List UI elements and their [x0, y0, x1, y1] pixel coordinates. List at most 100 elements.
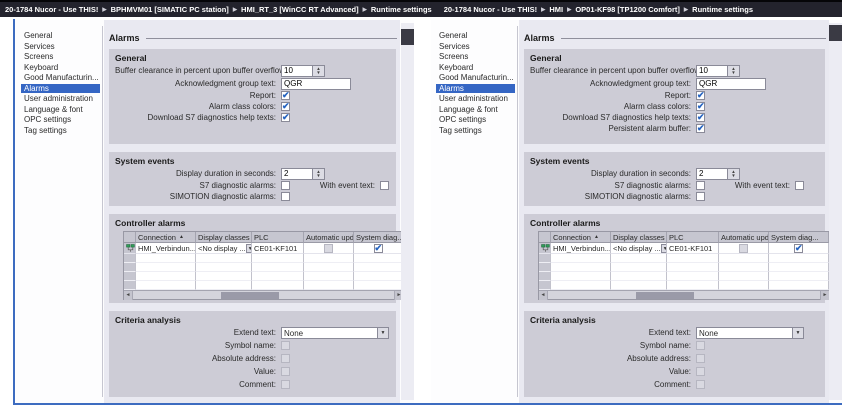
s7-diagnostic-checkbox[interactable] — [281, 181, 290, 190]
scrollbar-thumb[interactable] — [636, 292, 694, 299]
buffer-clearance-input[interactable] — [696, 65, 728, 77]
spin-down-icon[interactable] — [316, 174, 320, 178]
connection-cell[interactable]: HMI_Verbindun... — [136, 243, 196, 254]
buffer-clearance-input[interactable] — [281, 65, 313, 77]
table-row[interactable]: HMI_Verbindun... <No display ... CE01-KF… — [124, 243, 403, 254]
sidebar-item-user-administration[interactable]: User administration — [436, 94, 515, 103]
sidebar-item-language-font[interactable]: Language & font — [21, 105, 100, 114]
table-row-empty[interactable] — [124, 254, 403, 263]
breadcrumb-item[interactable]: BPHMVM01 [SIMATIC PC station] — [111, 5, 229, 14]
table-row-empty[interactable] — [539, 263, 829, 272]
sidebar-item-general[interactable]: General — [21, 31, 100, 40]
scrollbar-thumb[interactable] — [401, 29, 414, 45]
simotion-diagnostic-checkbox[interactable] — [696, 192, 705, 201]
with-event-text-checkbox[interactable] — [380, 181, 389, 190]
breadcrumb-item[interactable]: Runtime settings — [692, 5, 753, 14]
table-row[interactable]: HMI_Verbindun... <No display ... CE01-KF… — [539, 243, 829, 254]
sidebar-item-opc-settings[interactable]: OPC settings — [436, 115, 515, 124]
extend-text-select[interactable]: None — [696, 327, 804, 339]
sidebar-item-alarms[interactable]: Alarms — [436, 84, 515, 93]
download-s7-help-checkbox[interactable] — [281, 113, 290, 122]
spinner-buttons[interactable] — [313, 168, 325, 180]
column-header-connection[interactable]: Connection — [136, 232, 196, 243]
display-classes-cell[interactable]: <No display ... — [196, 243, 252, 254]
sidebar-item-good-manufacturing[interactable]: Good Manufacturin... — [21, 73, 100, 82]
sidebar-item-tag-settings[interactable]: Tag settings — [21, 126, 100, 135]
plc-cell[interactable]: CE01-KF101 — [252, 243, 304, 254]
column-header-plc[interactable]: PLC — [667, 232, 719, 243]
column-header-plc[interactable]: PLC — [252, 232, 304, 243]
column-header-automatic-update[interactable]: Automatic upd... — [719, 232, 769, 243]
sidebar-item-alarms[interactable]: Alarms — [21, 84, 100, 93]
table-row-empty[interactable] — [539, 281, 829, 290]
ack-group-input[interactable] — [696, 78, 766, 90]
sidebar-item-opc-settings[interactable]: OPC settings — [21, 115, 100, 124]
sidebar-item-keyboard[interactable]: Keyboard — [21, 63, 100, 72]
with-event-text-checkbox[interactable] — [795, 181, 804, 190]
alarm-class-colors-checkbox[interactable] — [696, 102, 705, 111]
vertical-scrollbar[interactable] — [401, 23, 414, 400]
breadcrumb-item[interactable]: 20-1784 Nucor - Use THIS! — [5, 5, 98, 14]
scroll-left-icon[interactable] — [124, 291, 133, 300]
horizontal-scrollbar[interactable] — [539, 290, 829, 299]
row-selector-header[interactable] — [539, 232, 551, 243]
connection-cell[interactable]: HMI_Verbindun... — [551, 243, 611, 254]
spinner-buttons[interactable] — [728, 65, 740, 77]
spinner-buttons[interactable] — [728, 168, 740, 180]
sidebar-item-general[interactable]: General — [436, 31, 515, 40]
spinner-buttons[interactable] — [313, 65, 325, 77]
horizontal-scrollbar[interactable] — [124, 290, 403, 299]
sidebar-item-screens[interactable]: Screens — [21, 52, 100, 61]
system-diag-checkbox[interactable] — [794, 244, 803, 253]
scroll-left-icon[interactable] — [539, 291, 548, 300]
display-duration-input[interactable] — [696, 168, 728, 180]
table-row-empty[interactable] — [539, 272, 829, 281]
sidebar-item-language-font[interactable]: Language & font — [436, 105, 515, 114]
scrollbar-thumb[interactable] — [221, 292, 279, 299]
column-header-display-classes[interactable]: Display classes — [611, 232, 667, 243]
column-header-connection[interactable]: Connection — [551, 232, 611, 243]
spin-down-icon[interactable] — [316, 71, 320, 75]
breadcrumb-item[interactable]: HMI — [549, 5, 563, 14]
sidebar-item-tag-settings[interactable]: Tag settings — [436, 126, 515, 135]
dropdown-arrow-icon[interactable] — [792, 327, 804, 339]
display-duration-input[interactable] — [281, 168, 313, 180]
report-checkbox[interactable] — [281, 91, 290, 100]
sidebar-item-screens[interactable]: Screens — [436, 52, 515, 61]
system-diag-checkbox[interactable] — [374, 244, 383, 253]
breadcrumb-item[interactable]: HMI_RT_3 [WinCC RT Advanced] — [241, 5, 359, 14]
table-row-empty[interactable] — [539, 254, 829, 263]
sidebar-item-services[interactable]: Services — [21, 42, 100, 51]
spin-down-icon[interactable] — [731, 71, 735, 75]
sidebar-item-keyboard[interactable]: Keyboard — [436, 63, 515, 72]
table-row-empty[interactable] — [124, 263, 403, 272]
sidebar-item-good-manufacturing[interactable]: Good Manufacturin... — [436, 73, 515, 82]
column-header-automatic-update[interactable]: Automatic upd... — [304, 232, 354, 243]
column-header-system-diag[interactable]: System diag... — [354, 232, 403, 243]
table-row-empty[interactable] — [124, 272, 403, 281]
row-selector-cell[interactable] — [124, 243, 136, 254]
column-header-display-classes[interactable]: Display classes — [196, 232, 252, 243]
table-row-empty[interactable] — [124, 281, 403, 290]
dropdown-arrow-icon[interactable] — [377, 327, 389, 339]
row-selector-cell[interactable] — [539, 243, 551, 254]
download-s7-help-checkbox[interactable] — [696, 113, 705, 122]
spin-down-icon[interactable] — [731, 174, 735, 178]
plc-cell[interactable]: CE01-KF101 — [667, 243, 719, 254]
alarm-class-colors-checkbox[interactable] — [281, 102, 290, 111]
s7-diagnostic-checkbox[interactable] — [696, 181, 705, 190]
column-header-system-diag[interactable]: System diag... — [769, 232, 829, 243]
vertical-scrollbar[interactable] — [829, 23, 842, 400]
breadcrumb-item[interactable]: Runtime settings — [371, 5, 432, 14]
scrollbar-thumb[interactable] — [829, 25, 842, 41]
display-classes-cell[interactable]: <No display ... — [611, 243, 667, 254]
extend-text-select[interactable]: None — [281, 327, 389, 339]
sidebar-item-services[interactable]: Services — [436, 42, 515, 51]
breadcrumb-item[interactable]: 20-1784 Nucor - Use THIS! — [444, 5, 537, 14]
persistent-alarm-buffer-checkbox[interactable] — [696, 124, 705, 133]
breadcrumb-item[interactable]: OP01-KF98 [TP1200 Comfort] — [575, 5, 680, 14]
row-selector-header[interactable] — [124, 232, 136, 243]
scroll-right-icon[interactable] — [820, 291, 829, 300]
report-checkbox[interactable] — [696, 91, 705, 100]
ack-group-input[interactable] — [281, 78, 351, 90]
